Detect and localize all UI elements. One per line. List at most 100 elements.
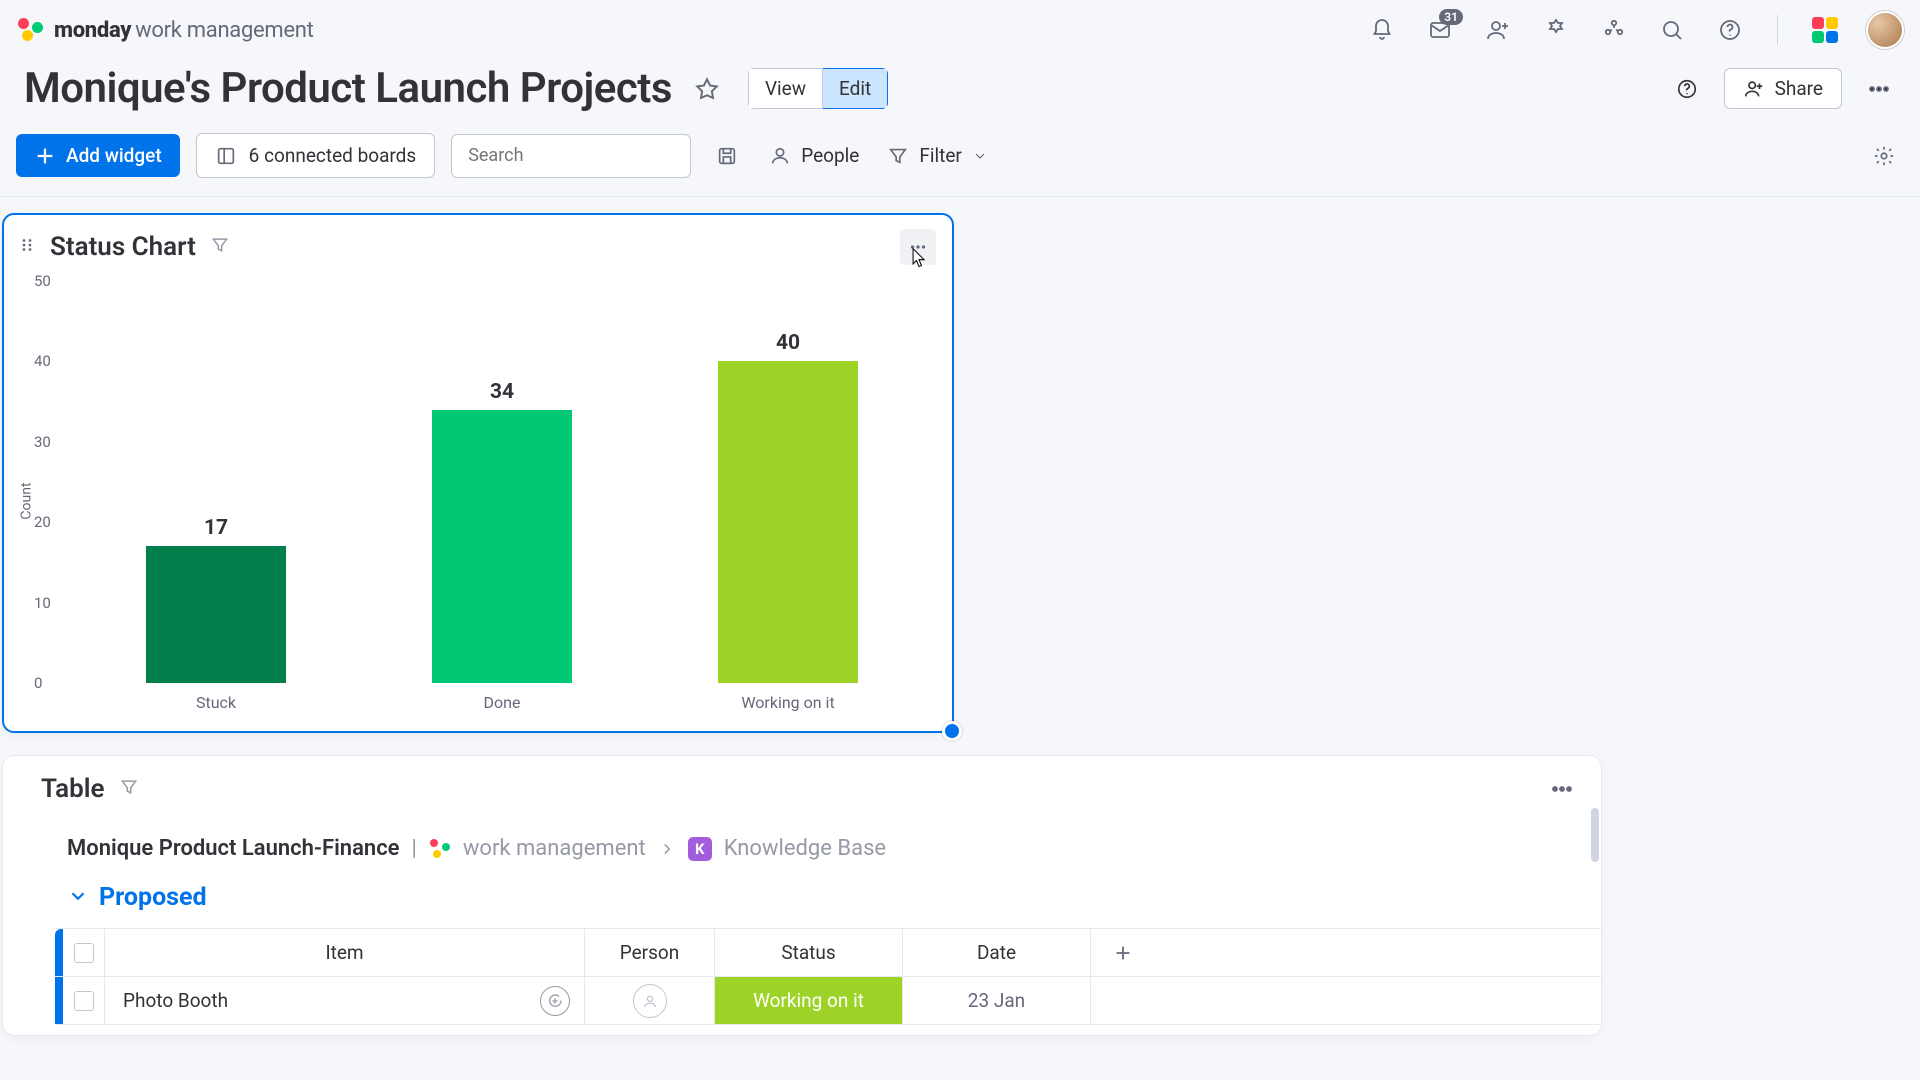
chart-widget-menu-button[interactable]	[900, 229, 936, 265]
connected-boards-label: 6 connected boards	[249, 144, 417, 167]
table-widget-menu-icon[interactable]	[1545, 772, 1579, 806]
folder-badge: K	[688, 837, 712, 861]
dashboard-canvas: Status Chart Count 01020304050173440 Stu…	[0, 197, 1920, 213]
top-nav: mondaywork management 31	[0, 0, 1920, 60]
brand-logo-icon	[16, 16, 44, 44]
chevron-right-icon	[658, 840, 676, 858]
view-button[interactable]: View	[748, 68, 823, 109]
column-header-item[interactable]: Item	[105, 929, 585, 976]
chart-body: Count 01020304050173440 StuckDoneWorking…	[4, 271, 952, 731]
chart-widget-title[interactable]: Status Chart	[50, 232, 196, 262]
notifications-icon[interactable]	[1365, 13, 1399, 47]
share-label: Share	[1775, 77, 1823, 100]
cell-status-text: Working on it	[753, 989, 864, 1012]
chart-xlabel: Working on it	[718, 693, 858, 712]
chart-widget-header: Status Chart	[4, 215, 952, 271]
topnav-actions: 31	[1365, 11, 1904, 49]
chart-xlabel: Done	[432, 693, 572, 712]
column-header-status[interactable]: Status	[715, 929, 903, 976]
cell-status[interactable]: Working on it	[715, 977, 903, 1024]
inbox-icon[interactable]: 31	[1423, 13, 1457, 47]
product-switcher-icon[interactable]	[1808, 13, 1842, 47]
cell-person[interactable]	[585, 977, 715, 1024]
table-widget-title[interactable]: Table	[41, 774, 105, 804]
chevron-down-icon	[972, 148, 988, 164]
chart-bar[interactable]: 34	[432, 410, 572, 683]
apps-icon[interactable]	[1539, 13, 1573, 47]
table-header-row: Item Person Status Date	[55, 929, 1601, 977]
help-icon[interactable]	[1713, 13, 1747, 47]
column-header-person[interactable]: Person	[585, 929, 715, 976]
chart-ytick: 50	[34, 272, 51, 290]
search-box[interactable]	[451, 134, 691, 178]
brand-bold: monday	[54, 18, 131, 43]
page-header: Monique's Product Launch Projects View E…	[0, 60, 1920, 125]
connected-boards-button[interactable]: 6 connected boards	[196, 133, 436, 178]
chart-bar-value: 40	[718, 331, 858, 355]
user-avatar[interactable]	[1866, 11, 1904, 49]
add-widget-label: Add widget	[66, 144, 162, 167]
person-empty-icon	[633, 984, 667, 1018]
workspace-logo-icon	[429, 838, 451, 860]
table-widget-header: Table	[3, 756, 1601, 816]
invite-members-icon[interactable]	[1481, 13, 1515, 47]
chart-ytick: 40	[34, 352, 51, 370]
add-widget-button[interactable]: Add widget	[16, 134, 180, 177]
breadcrumb-workspace[interactable]: work management	[463, 836, 646, 861]
view-edit-toggle: View Edit	[748, 68, 888, 109]
table-widget: Table Monique Product Launch-Finance | w…	[2, 755, 1602, 1036]
workspaces-icon[interactable]	[1597, 13, 1631, 47]
favorite-star-icon[interactable]	[690, 72, 724, 106]
filter-button[interactable]: Filter	[881, 136, 993, 175]
dashboard-toolbar: Add widget 6 connected boards People Fil…	[0, 125, 1920, 197]
chart-bar-value: 34	[432, 380, 572, 404]
table-row: Photo Booth Working on it 23 Jan	[55, 977, 1601, 1025]
row-checkbox[interactable]	[63, 977, 105, 1024]
cell-item[interactable]: Photo Booth	[105, 977, 585, 1024]
page-title: Monique's Product Launch Projects	[24, 64, 672, 113]
chart-ylabel: Count	[19, 482, 35, 519]
open-item-updates-icon[interactable]	[540, 986, 570, 1016]
group-header[interactable]: Proposed	[3, 869, 1601, 922]
column-header-date[interactable]: Date	[903, 929, 1091, 976]
breadcrumb-board-name[interactable]: Monique Product Launch-Finance	[67, 836, 400, 861]
edit-button[interactable]: Edit	[823, 68, 888, 109]
table-breadcrumb: Monique Product Launch-Finance | work ma…	[3, 816, 1601, 869]
chart-ytick: 0	[34, 674, 42, 692]
resize-handle[interactable]	[942, 721, 962, 741]
cell-item-text: Photo Booth	[123, 989, 228, 1012]
breadcrumb-folder[interactable]: Knowledge Base	[724, 836, 886, 861]
chart-ytick: 30	[34, 433, 51, 451]
dashboard-settings-icon[interactable]	[1864, 136, 1904, 176]
table-grid: Item Person Status Date Photo Booth	[55, 928, 1601, 1025]
status-chart-widget: Status Chart Count 01020304050173440 Stu…	[2, 213, 954, 733]
table-filter-icon[interactable]	[119, 777, 139, 801]
share-button[interactable]: Share	[1724, 68, 1842, 109]
group-collapse-icon[interactable]	[67, 885, 89, 911]
dashboard-help-icon[interactable]	[1670, 72, 1704, 106]
chart-filter-icon[interactable]	[210, 235, 230, 259]
people-label: People	[801, 144, 859, 167]
select-all-checkbox[interactable]	[63, 929, 105, 976]
add-column-button[interactable]	[1091, 929, 1155, 976]
chart-xlabel: Stuck	[146, 693, 286, 712]
group-name[interactable]: Proposed	[99, 883, 207, 912]
scrollbar-thumb[interactable]	[1591, 808, 1599, 862]
brand-text: mondaywork management	[54, 18, 314, 43]
chart-ytick: 20	[34, 513, 51, 531]
filter-label: Filter	[919, 144, 961, 167]
drag-handle-icon[interactable]	[18, 236, 36, 258]
search-everything-icon[interactable]	[1655, 13, 1689, 47]
inbox-badge: 31	[1439, 9, 1463, 25]
cell-date[interactable]: 23 Jan	[903, 977, 1091, 1024]
search-input[interactable]	[462, 145, 702, 166]
chart-bar-value: 17	[146, 516, 286, 540]
brand-light: work management	[135, 18, 313, 43]
chart-xaxis: Stuck Done Working on it	[70, 693, 934, 717]
people-filter-button[interactable]: People	[763, 136, 865, 175]
save-icon[interactable]	[707, 136, 747, 176]
chart-bar[interactable]: 17	[146, 546, 286, 683]
dashboard-menu-icon[interactable]	[1862, 72, 1896, 106]
chart-bar[interactable]: 40	[718, 361, 858, 683]
brand[interactable]: mondaywork management	[16, 16, 314, 44]
